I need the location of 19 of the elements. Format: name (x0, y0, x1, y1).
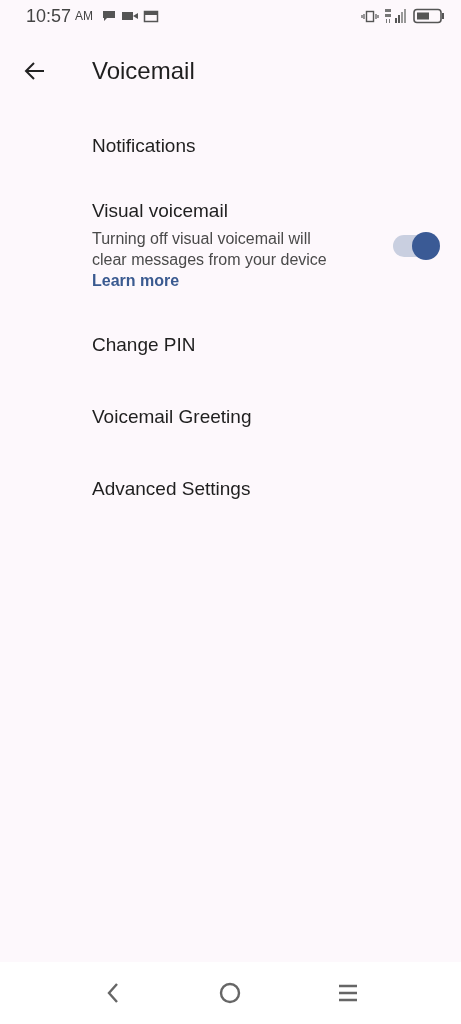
back-arrow-icon[interactable] (24, 60, 46, 82)
status-period: AM (75, 9, 94, 23)
toggle-switch[interactable] (393, 234, 437, 257)
window-icon (143, 9, 160, 23)
vibrate-icon (361, 9, 379, 23)
page-title: Voicemail (92, 57, 195, 85)
home-icon[interactable] (217, 981, 242, 1005)
battery-icon (413, 8, 445, 24)
settings-item[interactable]: Notifications (0, 110, 196, 182)
settings-item[interactable]: Change PIN (0, 309, 196, 381)
setting-label: Visual voicemail (92, 200, 228, 222)
chat-bubble-icon (101, 9, 118, 23)
setting-description: Turning off visual voicemail will clear messages from your device (92, 229, 328, 270)
status-time: 10:57 (26, 5, 72, 27)
signal-icon (383, 8, 409, 24)
learn-more-link[interactable]: Learn more (92, 270, 180, 291)
video-camera-icon (121, 9, 140, 23)
settings-item[interactable]: Voicemail Greeting (0, 381, 252, 453)
settings-item[interactable]: Advanced Settings (0, 453, 251, 525)
